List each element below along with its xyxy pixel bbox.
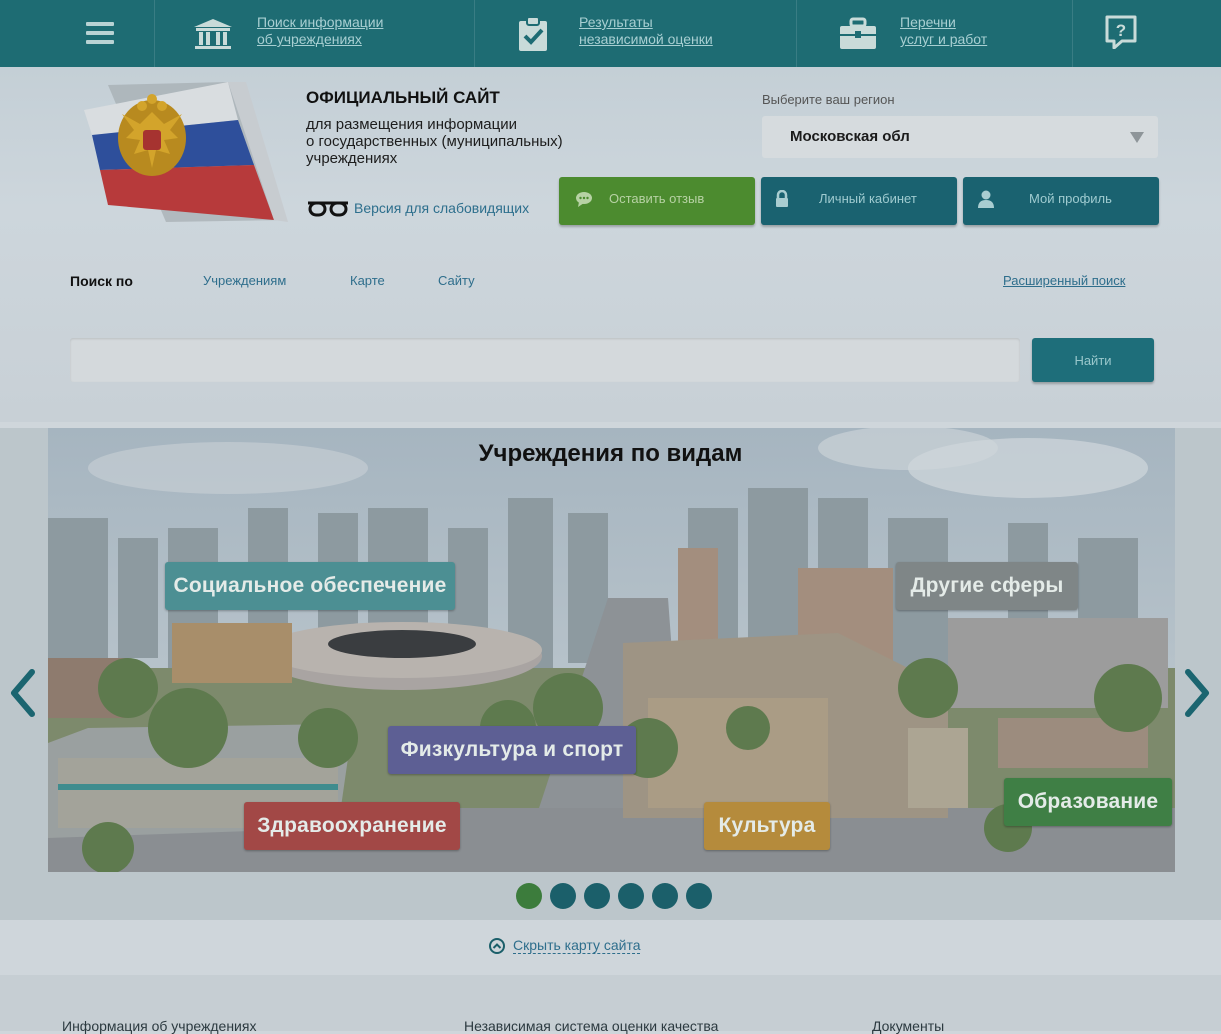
site-header: ОФИЦИАЛЬНЫЙ САЙТ для размещения информац… (0, 67, 1221, 422)
help-question-icon[interactable]: ? (1104, 15, 1138, 49)
carousel-dot[interactable] (516, 883, 542, 909)
low-vision-label: Версия для слабовидящих (354, 200, 530, 216)
nav-link-services-list[interactable]: Перечни услуг и работ (900, 14, 987, 48)
institutions-carousel: Учреждения по видам Социальное обеспечен… (0, 428, 1221, 920)
category-other-spheres[interactable]: Другие сферы (896, 562, 1078, 610)
chevron-down-icon (1130, 132, 1144, 143)
clipboard-check-icon (519, 16, 547, 51)
carousel-dot[interactable] (686, 883, 712, 909)
nav-link-line: об учреждениях (257, 31, 362, 47)
nav-link-line: Перечни (900, 14, 956, 30)
advanced-search-link[interactable]: Расширенный поиск (1003, 273, 1125, 288)
carousel-title: Учреждения по видам (478, 440, 743, 467)
nav-separator (474, 0, 475, 67)
nav-link-line: независимой оценки (579, 31, 713, 47)
chat-bubble-icon (567, 177, 601, 221)
region-select-value: Московская обл (790, 128, 910, 145)
region-select[interactable]: Московская обл (762, 116, 1158, 158)
lock-icon (765, 177, 799, 221)
site-subtitle: для размещения информации о государствен… (306, 116, 646, 167)
search-input[interactable] (70, 338, 1020, 382)
hide-sitemap-link[interactable]: Скрыть карту сайта (489, 937, 641, 955)
personal-cabinet-button[interactable]: Личный кабинет (761, 177, 957, 225)
briefcase-icon (840, 17, 876, 49)
my-profile-label: Мой профиль (1029, 191, 1112, 206)
carousel-dot[interactable] (618, 883, 644, 909)
my-profile-button[interactable]: Мой профиль (963, 177, 1159, 225)
footer-documents[interactable]: Документы (872, 1018, 944, 1034)
site-title: ОФИЦИАЛЬНЫЙ САЙТ (306, 88, 500, 107)
nav-link-institutions-search[interactable]: Поиск информации об учреждениях (257, 14, 383, 48)
top-navigation-bar: Поиск информации об учреждениях Результа… (0, 0, 1221, 67)
nav-separator (796, 0, 797, 67)
nav-link-assessment-results[interactable]: Результаты независимой оценки (579, 14, 713, 48)
institution-icon (194, 19, 232, 49)
category-healthcare[interactable]: Здравоохранение (244, 802, 460, 850)
personal-cabinet-label: Личный кабинет (819, 191, 917, 206)
hamburger-icon[interactable] (82, 19, 118, 49)
carousel-dot[interactable] (550, 883, 576, 909)
site-subtitle-line: учреждениях (306, 150, 398, 167)
category-sport[interactable]: Физкультура и спорт (388, 726, 636, 774)
nav-separator (1072, 0, 1073, 67)
search-button[interactable]: Найти (1032, 338, 1154, 382)
region-label: Выберите ваш регион (762, 92, 895, 107)
site-subtitle-line: для размещения информации (306, 116, 518, 133)
carousel-next-arrow-icon[interactable] (1182, 668, 1212, 718)
category-culture[interactable]: Культура (704, 802, 830, 850)
chevron-up-circle-icon (489, 938, 505, 955)
leave-feedback-button[interactable]: Оставить отзыв (559, 177, 755, 225)
hide-sitemap-label: Скрыть карту сайта (513, 937, 641, 954)
leave-feedback-label: Оставить отзыв (609, 191, 705, 206)
user-icon (969, 177, 1003, 221)
search-tab-institutions[interactable]: Учреждениям (203, 273, 286, 288)
glasses-icon (308, 201, 348, 217)
russian-flag-emblem-logo (84, 82, 288, 222)
nav-link-line: услуг и работ (900, 31, 988, 47)
nav-link-line: Поиск информации (257, 14, 384, 30)
low-vision-link[interactable]: Версия для слабовидящих (306, 200, 529, 218)
footer-independent-assessment[interactable]: Независимая система оценки качества (464, 1018, 718, 1034)
carousel-dot[interactable] (652, 883, 678, 909)
search-tab-site[interactable]: Сайту (438, 273, 475, 288)
search-by-label: Поиск по (70, 273, 133, 289)
nav-separator (154, 0, 155, 67)
nav-link-line: Результаты (579, 14, 653, 30)
footer-institutions-info[interactable]: Информация об учреждениях (62, 1018, 256, 1034)
category-education[interactable]: Образование (1004, 778, 1172, 826)
carousel-prev-arrow-icon[interactable] (8, 668, 38, 718)
svg-text:?: ? (1116, 21, 1126, 40)
search-tab-map[interactable]: Карте (350, 273, 385, 288)
category-social-security[interactable]: Социальное обеспечение (165, 562, 455, 610)
carousel-dot[interactable] (584, 883, 610, 909)
site-subtitle-line: о государственных (муниципальных) (306, 133, 563, 150)
